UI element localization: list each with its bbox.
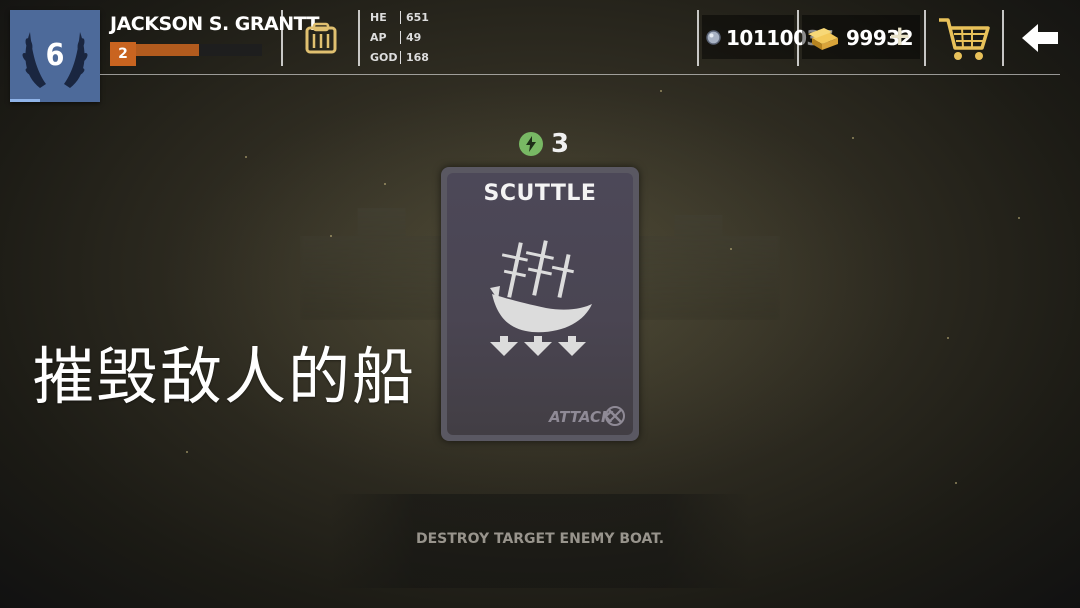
shop-cart-icon[interactable] [936, 14, 992, 64]
divider [358, 10, 360, 66]
dust-particle [245, 156, 247, 158]
sinking-ship-icon [490, 240, 592, 356]
stat-value: 168 [400, 51, 429, 64]
energy-icon [519, 132, 543, 156]
card-caption: 摧毁敌人的船 [32, 340, 417, 413]
add-gold-button[interactable]: + [888, 22, 911, 50]
attack-swords-icon [605, 406, 625, 426]
divider [281, 10, 283, 66]
divider [697, 10, 699, 66]
divider [797, 10, 799, 66]
dust-particle [186, 451, 188, 453]
inventory-chest-icon[interactable] [304, 22, 338, 54]
card-cost-value: 3 [551, 129, 570, 159]
stat-label: HE [370, 11, 387, 24]
stat-value: 651 [400, 11, 429, 24]
divider [1002, 10, 1004, 66]
dust-particle [955, 482, 957, 484]
top-bar: 6 JACKSON S. GRANTT 2 HE 651 AP 49 GOD 1… [0, 0, 1080, 102]
dust-particle [730, 248, 732, 250]
gold-bar-icon [808, 28, 838, 50]
silver-coin-icon [706, 30, 721, 45]
rank-badge: 2 [110, 42, 136, 66]
xp-bar-fill [136, 44, 199, 56]
level-badge[interactable]: 6 [10, 10, 100, 102]
dust-particle [852, 137, 854, 139]
stat-label: GOD [370, 51, 398, 64]
back-arrow-icon[interactable] [1022, 22, 1060, 54]
xp-bar [136, 44, 262, 56]
card-title: SCUTTLE [483, 181, 597, 206]
player-level: 6 [45, 38, 65, 73]
level-progress-line [10, 99, 40, 102]
dust-particle [384, 183, 386, 185]
dust-particle [330, 235, 332, 237]
dust-particle [947, 337, 949, 339]
divider [924, 10, 926, 66]
card-description: DESTROY TARGET ENEMY BOAT. [415, 531, 665, 547]
stat-value: 49 [400, 31, 421, 44]
dust-particle [660, 90, 662, 92]
stat-label: AP [370, 31, 387, 44]
player-name: JACKSON S. GRANTT [110, 13, 320, 35]
dust-particle [1018, 217, 1020, 219]
